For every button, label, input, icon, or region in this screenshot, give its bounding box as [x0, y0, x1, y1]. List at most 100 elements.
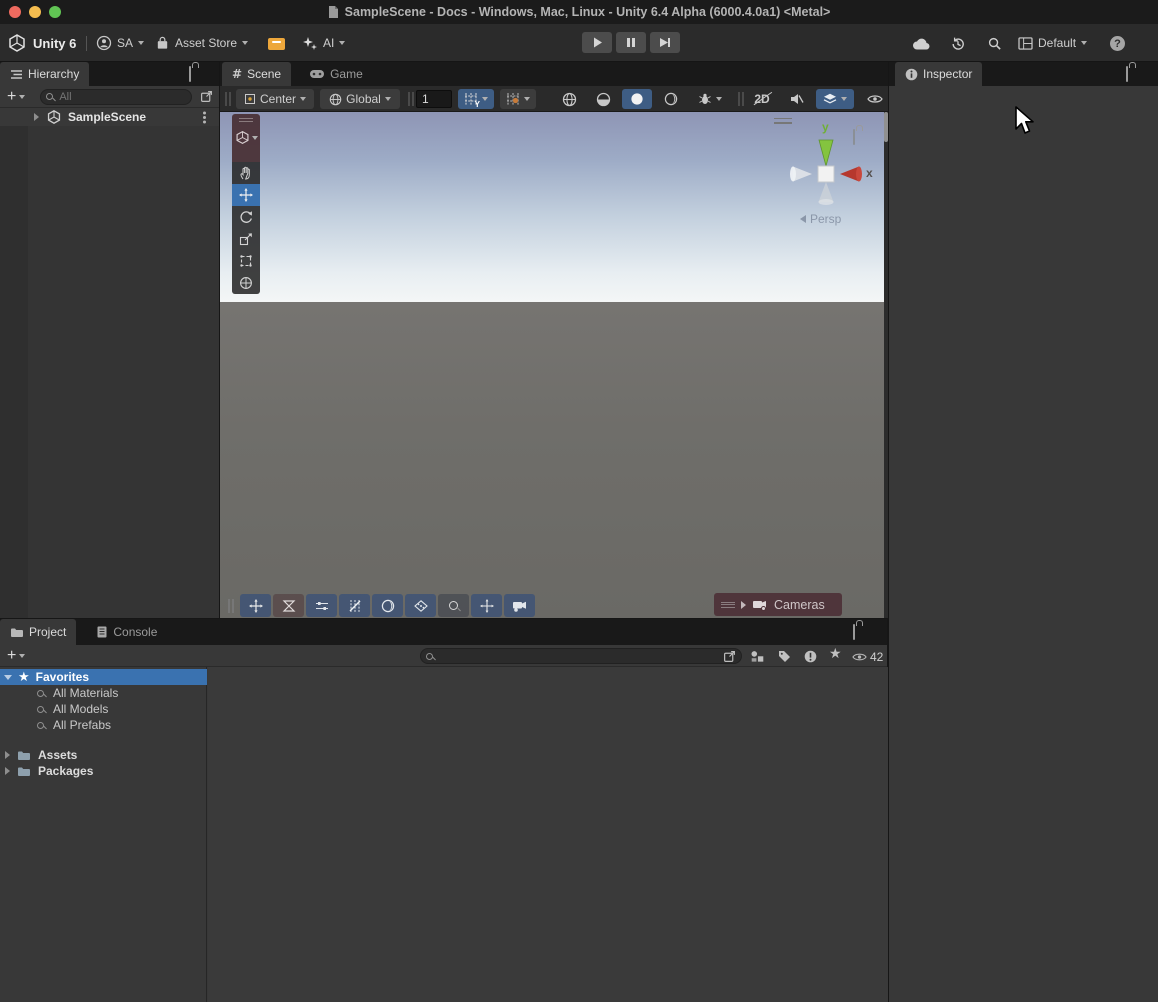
drag-handle[interactable]	[721, 602, 735, 608]
projection-label[interactable]: Persp	[800, 212, 841, 226]
transform-tool-button[interactable]	[232, 272, 260, 294]
rect-tool-button[interactable]	[232, 250, 260, 272]
favorites-filter-button[interactable]: ★	[829, 646, 842, 662]
lock-toggle[interactable]	[853, 625, 855, 639]
window-title: SampleScene - Docs - Windows, Mac, Linux…	[345, 5, 831, 19]
ai-menu[interactable]: AI	[302, 35, 345, 51]
drag-handle[interactable]	[738, 92, 744, 106]
cloud-button[interactable]	[912, 37, 932, 51]
project-search[interactable]	[420, 648, 742, 664]
tool-handle-rotation-dropdown[interactable]: Global	[320, 89, 400, 109]
2d-toggle-button[interactable]: 2D	[746, 89, 778, 109]
scene-row[interactable]: SampleScene	[0, 108, 219, 126]
draw-mode-button[interactable]	[554, 89, 584, 109]
drag-handle[interactable]	[225, 92, 231, 106]
create-button[interactable]: +	[7, 90, 16, 104]
alerts-filter-button[interactable]	[804, 650, 817, 663]
scene-visibility-button[interactable]	[860, 89, 890, 109]
gizmo-lock-toggle[interactable]	[853, 130, 855, 144]
minimize-window-button[interactable]	[29, 6, 41, 18]
kebab-icon[interactable]	[203, 116, 206, 119]
scene-viewport[interactable]: y x Persp	[220, 112, 884, 618]
tab-console[interactable]: Console	[86, 619, 167, 645]
play-button[interactable]	[582, 32, 612, 53]
tree-item-assets[interactable]: Assets	[0, 747, 207, 763]
tree-item-favorites[interactable]: ★ Favorites	[0, 669, 207, 685]
lock-toggle[interactable]	[1126, 67, 1128, 81]
account-menu[interactable]: SA	[96, 35, 144, 51]
hierarchy-empty-area[interactable]	[0, 126, 219, 618]
grid-snap-button[interactable]	[500, 89, 536, 109]
tab-inspector[interactable]: Inspector	[895, 62, 982, 86]
sliders-overlay-button[interactable]	[306, 594, 337, 617]
drag-handle[interactable]	[228, 599, 234, 613]
gizmo-y-cone[interactable]	[819, 140, 833, 166]
hierarchy-search-input[interactable]	[57, 90, 186, 104]
transform-overlay-button[interactable]	[471, 594, 502, 617]
tab-scene[interactable]: # Scene	[222, 62, 291, 86]
gizmo-center-cube[interactable]	[818, 166, 834, 182]
effects-dropdown[interactable]	[816, 89, 854, 109]
zoom-window-button[interactable]	[49, 6, 61, 18]
filter-by-type-button[interactable]	[750, 650, 765, 663]
layers-overlay-button[interactable]	[405, 594, 436, 617]
archive-button[interactable]	[268, 38, 285, 50]
history-button[interactable]	[950, 36, 966, 52]
cameras-overlay[interactable]: Cameras	[714, 593, 842, 616]
help-button[interactable]: ?	[1110, 36, 1125, 51]
lighting-toggle-button[interactable]	[622, 89, 652, 109]
chevron-down-icon[interactable]	[19, 95, 25, 99]
pause-icon	[626, 37, 636, 48]
picker-icon[interactable]	[200, 90, 213, 103]
project-search-input[interactable]	[437, 649, 719, 663]
drag-handle[interactable]	[408, 92, 414, 106]
tool-handle-position-dropdown[interactable]: Center	[236, 89, 314, 109]
scale-tool-button[interactable]	[232, 228, 260, 250]
moon-toggle-button[interactable]	[656, 89, 686, 109]
rotate-icon	[239, 210, 253, 224]
create-button[interactable]: +	[7, 649, 16, 663]
close-window-button[interactable]	[9, 6, 21, 18]
expand-arrow-icon[interactable]	[5, 751, 10, 759]
step-button[interactable]	[650, 32, 680, 53]
tools-overlay-header[interactable]	[232, 114, 260, 162]
picker-icon[interactable]	[723, 650, 736, 663]
titlebar[interactable]: SampleScene - Docs - Windows, Mac, Linux…	[0, 0, 1158, 24]
move-tool-button[interactable]	[232, 184, 260, 206]
tree-item-all-models[interactable]: All Models	[0, 701, 207, 717]
layout-menu[interactable]: Default	[1018, 36, 1087, 50]
expand-arrow-icon[interactable]	[34, 113, 39, 121]
timeline-overlay-button[interactable]	[273, 594, 304, 617]
chevron-down-icon[interactable]	[19, 654, 25, 658]
asset-store-menu[interactable]: Asset Store	[155, 35, 248, 51]
tree-item-packages[interactable]: Packages	[0, 763, 207, 779]
grid-visibility-overlay-button[interactable]	[339, 594, 370, 617]
shaded-wire-button[interactable]	[588, 89, 618, 109]
visible-count[interactable]: 42	[852, 650, 883, 664]
move-overlay-button[interactable]	[240, 594, 271, 617]
filter-by-label-button[interactable]	[778, 650, 791, 663]
pause-button[interactable]	[616, 32, 646, 53]
search-overlay-button[interactable]	[438, 594, 469, 617]
hierarchy-search[interactable]	[40, 89, 192, 105]
camera-overlay-button[interactable]	[504, 594, 535, 617]
tab-project[interactable]: Project	[0, 619, 76, 645]
lock-toggle[interactable]	[189, 67, 191, 81]
grid-axis-button[interactable]: Y	[458, 89, 494, 109]
debug-dropdown[interactable]	[690, 89, 730, 109]
search-button[interactable]	[987, 36, 1002, 51]
tab-hierarchy[interactable]: Hierarchy	[0, 62, 89, 86]
rotate-tool-button[interactable]	[232, 206, 260, 228]
project-content-area[interactable]	[208, 667, 888, 1002]
view-tool-button[interactable]	[232, 162, 260, 184]
tree-item-all-materials[interactable]: All Materials	[0, 685, 207, 701]
tag-icon	[778, 650, 791, 663]
collapse-arrow-icon[interactable]	[4, 675, 12, 680]
expand-arrow-icon[interactable]	[741, 601, 746, 609]
lighting-overlay-button[interactable]	[372, 594, 403, 617]
tree-item-all-prefabs[interactable]: All Prefabs	[0, 717, 207, 733]
tab-game[interactable]: Game	[299, 62, 373, 86]
expand-arrow-icon[interactable]	[5, 767, 10, 775]
grid-size-input[interactable]	[416, 90, 452, 108]
audio-mute-button[interactable]	[782, 89, 812, 109]
